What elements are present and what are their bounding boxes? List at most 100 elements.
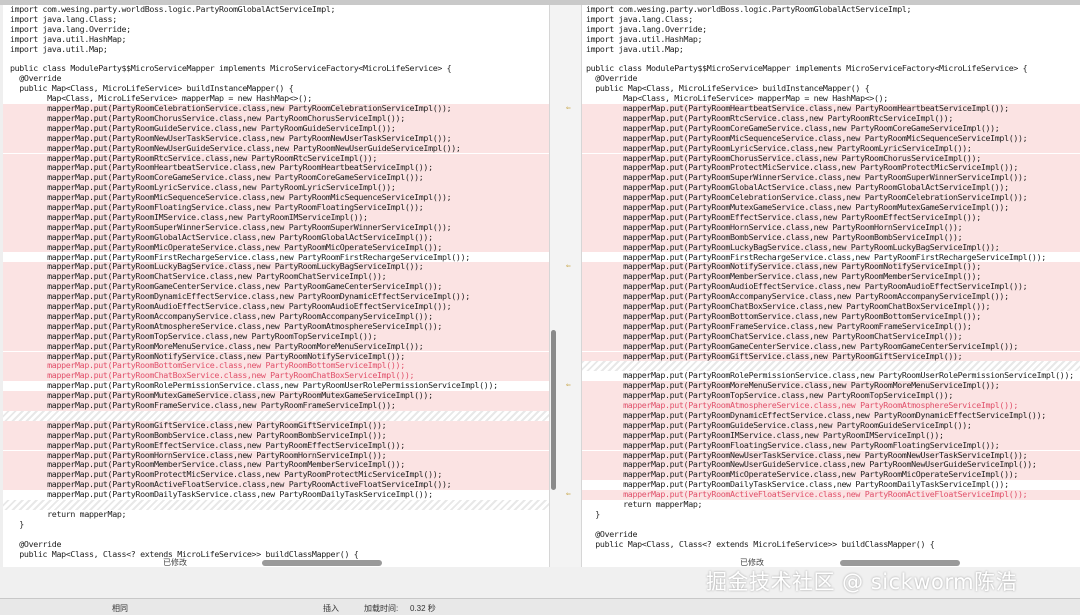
left-code-text: mapperMap.put(PartyRoomGlobalActService.… bbox=[10, 231, 433, 242]
left-code-pane[interactable]: import com.wesing.party.worldBoss.logic.… bbox=[0, 5, 549, 567]
left-code-line bbox=[0, 530, 549, 540]
right-code-text: mapperMap.put(PartyRoomBombService.class… bbox=[586, 231, 963, 242]
left-code-line: mapperMap.put(PartyRoomDailyTaskService.… bbox=[0, 489, 549, 500]
right-code-text: import java.lang.Class; bbox=[586, 13, 693, 24]
right-code-text: Map<Class, MicroLifeService> mapperMap =… bbox=[586, 93, 888, 104]
right-code-text: mapperMap.put(PartyRoomMicOperateService… bbox=[586, 469, 1018, 480]
right-code-text: mapperMap.put(PartyRoomLyricService.clas… bbox=[586, 142, 972, 153]
right-code-text: mapperMap.put(PartyRoomMutexGameService.… bbox=[586, 202, 1009, 212]
left-code-text: mapperMap.put(PartyRoomAtmosphereService… bbox=[10, 320, 442, 331]
merge-arrow-icon[interactable]: ⇐ bbox=[566, 489, 571, 498]
left-code-line: mapperMap.put(PartyRoomMicOperateService… bbox=[0, 242, 549, 253]
right-code-text: @Override bbox=[586, 528, 638, 539]
left-code-text: @Override bbox=[10, 73, 62, 84]
left-code-text: mapperMap.put(PartyRoomIMService.class,n… bbox=[10, 211, 368, 222]
right-code-line: mapperMap.put(PartyRoomFloatingService.c… bbox=[582, 439, 1080, 451]
watermark-text: 掘金技术社区 @ sickworm陈浩 bbox=[706, 570, 1018, 594]
left-code-text: mapperMap.put(PartyRoomBombService.class… bbox=[10, 429, 387, 440]
left-code-text: mapperMap.put(PartyRoomEffectService.cla… bbox=[10, 439, 405, 450]
right-code-text: mapperMap.put(PartyRoomTopService.class,… bbox=[586, 390, 953, 401]
left-code-text: mapperMap.put(PartyRoomChatBoxService.cl… bbox=[10, 370, 415, 381]
right-code-line: mapperMap.put(PartyRoomGameCenterService… bbox=[582, 340, 1080, 352]
left-code-text: @Override bbox=[10, 538, 62, 549]
left-code-line: } bbox=[0, 519, 549, 530]
left-code-text: public Map<Class, MicroLifeService> buil… bbox=[10, 83, 294, 94]
right-code-text: mapperMap.put(PartyRoomHeartbeatService.… bbox=[586, 103, 1009, 113]
right-code-line: return mapperMap; bbox=[582, 499, 1080, 510]
left-code-text: mapperMap.put(PartyRoomLyricService.clas… bbox=[10, 182, 396, 193]
right-code-text bbox=[582, 54, 586, 64]
right-code-line: mapperMap.put(PartyRoomLyricService.clas… bbox=[582, 142, 1080, 154]
left-code-line: mapperMap.put(PartyRoomMoreMenuService.c… bbox=[0, 340, 549, 352]
right-code-text: mapperMap.put(PartyRoomChatService.class… bbox=[586, 330, 963, 341]
left-code-line: @Override bbox=[0, 538, 549, 550]
left-code-text: mapperMap.put(PartyRoomChorusService.cla… bbox=[10, 112, 405, 123]
left-code-text: Map<Class, MicroLifeService> mapperMap =… bbox=[10, 93, 312, 104]
left-modified-label: 已修改 bbox=[163, 558, 187, 567]
right-code-text: import com.wesing.party.worldBoss.logic.… bbox=[586, 5, 912, 14]
left-code-text: mapperMap.put(PartyRoomCoreGameService.c… bbox=[10, 172, 424, 183]
right-code-line: public class ModuleParty$$MicroServiceMa… bbox=[582, 63, 1080, 74]
right-code-line: mapperMap.put(PartyRoomGiftService.class… bbox=[582, 350, 1080, 362]
right-code-text: mapperMap.put(PartyRoomLuckyBagService.c… bbox=[586, 241, 1000, 252]
left-code-text: mapperMap.put(PartyRoomChatService.class… bbox=[10, 271, 387, 282]
right-code-text: } bbox=[586, 508, 600, 519]
left-code-text: mapperMap.put(PartyRoomNewUserGuideServi… bbox=[10, 142, 461, 153]
merge-arrow-icon[interactable]: ⇐ bbox=[566, 103, 571, 112]
merge-arrow-icon[interactable]: ⇐ bbox=[566, 380, 571, 389]
right-code-text: mapperMap.put(PartyRoomAtmosphereService… bbox=[586, 400, 1018, 410]
right-code-text bbox=[582, 519, 586, 529]
status-load-time-label: 加载时间: bbox=[364, 604, 399, 613]
left-code-text: mapperMap.put(PartyRoomNewUserTaskServic… bbox=[10, 132, 452, 143]
left-code-text: mapperMap.put(PartyRoomHornService.class… bbox=[10, 449, 387, 460]
right-code-text: mapperMap.put(PartyRoomNewUserGuideServi… bbox=[586, 459, 1037, 470]
right-code-line: mapperMap.put(PartyRoomLuckyBagService.c… bbox=[582, 241, 1080, 253]
left-code-line: public Map<Class, Class<? extends MicroL… bbox=[0, 549, 549, 560]
right-code-text: mapperMap.put(PartyRoomFloatingService.c… bbox=[586, 439, 1000, 450]
left-code-text: mapperMap.put(PartyRoomMutexGameService.… bbox=[10, 390, 433, 401]
left-code-text: mapperMap.put(PartyRoomSuperWinnerServic… bbox=[10, 221, 452, 232]
left-code-text: mapperMap.put(PartyRoomMoreMenuService.c… bbox=[10, 340, 424, 351]
right-code-text: import java.util.Map; bbox=[586, 43, 684, 54]
right-code-text: mapperMap.put(PartyRoomFirstRechargeServ… bbox=[586, 251, 1046, 262]
right-code-text: mapperMap.put(PartyRoomGiftService.class… bbox=[586, 350, 963, 361]
left-horizontal-scrollbar[interactable] bbox=[262, 560, 382, 566]
right-code-text: mapperMap.put(PartyRoomActiveFloatServic… bbox=[586, 489, 1028, 500]
vertical-scrollbar[interactable] bbox=[551, 330, 556, 490]
right-code-text: return mapperMap; bbox=[586, 499, 703, 509]
left-code-text: mapperMap.put(PartyRoomProtectMicService… bbox=[10, 469, 442, 480]
left-code-text: mapperMap.put(PartyRoomGuideService.clas… bbox=[10, 122, 396, 133]
right-code-text: mapperMap.put(PartyRoomSuperWinnerServic… bbox=[586, 172, 1028, 183]
left-code-text: mapperMap.put(PartyRoomHeartbeatService.… bbox=[10, 162, 433, 173]
merge-arrow-icon[interactable]: ⇐ bbox=[566, 261, 571, 270]
right-code-text: mapperMap.put(PartyRoomEffectService.cla… bbox=[586, 211, 981, 222]
left-code-text: mapperMap.put(PartyRoomDailyTaskService.… bbox=[10, 489, 433, 500]
left-code-text: mapperMap.put(PartyRoomFrameService.clas… bbox=[10, 400, 396, 410]
right-code-text: mapperMap.put(PartyRoomHornService.class… bbox=[586, 221, 963, 232]
left-code-line: return mapperMap; bbox=[0, 509, 549, 520]
left-code-text: import java.lang.Class; bbox=[10, 13, 117, 24]
right-code-text: mapperMap.put(PartyRoomBottomService.cla… bbox=[586, 310, 981, 321]
left-code-line: public class ModuleParty$$MicroServiceMa… bbox=[0, 63, 549, 74]
right-code-text: public Map<Class, Class<? extends MicroL… bbox=[586, 538, 935, 549]
right-code-text: mapperMap.put(PartyRoomMemberService.cla… bbox=[586, 271, 981, 282]
left-code-text: mapperMap.put(PartyRoomRtcService.class,… bbox=[10, 152, 377, 163]
left-code-line: import java.util.Map; bbox=[0, 44, 549, 55]
right-code-text: mapperMap.put(PartyRoomIMService.class,n… bbox=[586, 429, 944, 440]
right-code-text: mapperMap.put(PartyRoomCelebrationServic… bbox=[586, 192, 1028, 203]
right-code-pane[interactable]: import com.wesing.party.worldBoss.logic.… bbox=[582, 5, 1080, 567]
right-code-text bbox=[582, 360, 586, 370]
right-code-text: mapperMap.put(PartyRoomRtcService.class,… bbox=[586, 112, 953, 123]
right-code-text: mapperMap.put(PartyRoomChorusService.cla… bbox=[586, 152, 981, 163]
right-code-text: mapperMap.put(PartyRoomMoreMenuService.c… bbox=[586, 380, 1000, 391]
left-code-text: mapperMap.put(PartyRoomGameCenterService… bbox=[10, 281, 442, 292]
right-code-text: import java.util.HashMap; bbox=[586, 33, 703, 44]
status-insert-label: 插入 bbox=[323, 604, 339, 613]
status-bar: 相同 插入 加载时间: 0.32 秒 bbox=[0, 598, 1080, 615]
right-code-text: mapperMap.put(PartyRoomAudioEffectServic… bbox=[586, 281, 1028, 292]
right-code-text: mapperMap.put(PartyRoomGameCenterService… bbox=[586, 340, 1018, 351]
status-load-time-value: 0.32 秒 bbox=[410, 604, 436, 613]
right-code-text: public class ModuleParty$$MicroServiceMa… bbox=[586, 63, 1028, 74]
right-code-text: public Map<Class, MicroLifeService> buil… bbox=[586, 83, 870, 94]
left-code-text: mapperMap.put(PartyRoomBottomService.cla… bbox=[10, 360, 405, 371]
